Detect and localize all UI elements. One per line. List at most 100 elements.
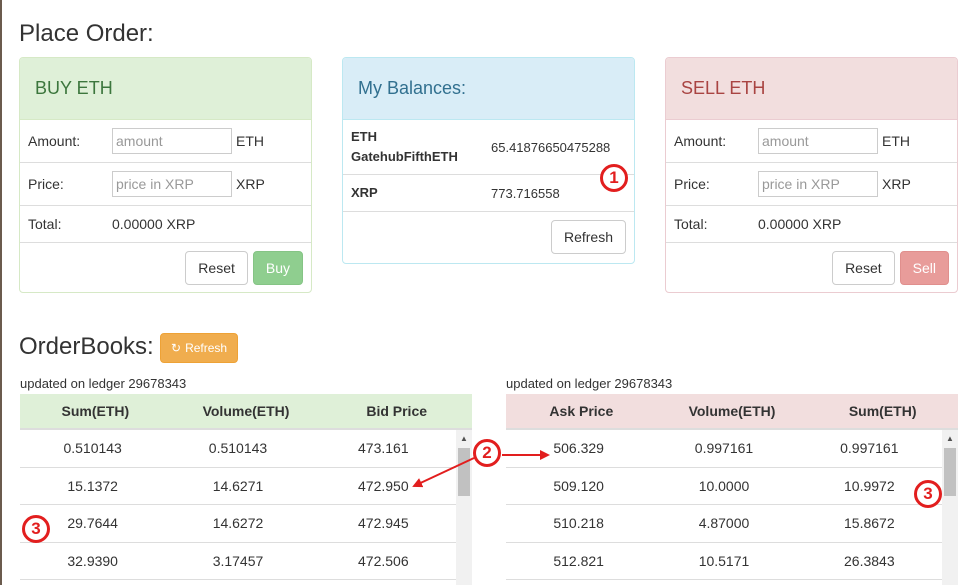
sell-total-value: 0.00000 XRP (758, 216, 842, 232)
bids-header-row: Sum(ETH) Volume(ETH) Bid Price (20, 394, 472, 430)
bids-updated-text: updated on ledger 29678343 (20, 376, 187, 391)
balance-currency-code: ETH (351, 129, 377, 144)
buy-reset-button[interactable]: Reset (185, 251, 248, 285)
sell-panel-heading: SELL ETH (666, 58, 957, 120)
bids-scroll-thumb[interactable] (458, 448, 470, 496)
table-row[interactable]: 32.9390 3.17457 472.506 (20, 543, 456, 580)
balance-amount: 65.41876650475288 (491, 139, 611, 155)
buy-amount-input[interactable] (112, 128, 232, 154)
annotation-marker: 3 (914, 480, 942, 508)
asks-header-volume: Volume(ETH) (688, 403, 776, 419)
buy-price-label: Price: (28, 176, 64, 192)
balances-refresh-button[interactable]: Refresh (550, 220, 626, 254)
buy-button[interactable]: Buy (252, 251, 303, 285)
window-edge (0, 0, 2, 585)
buy-amount-label: Amount: (28, 133, 81, 149)
bid-volume: 14.6272 (212, 515, 264, 532)
bid-sum: 32.9390 (67, 552, 118, 569)
buy-price-unit: XRP (236, 176, 265, 192)
bid-price: 472.950 (358, 477, 409, 494)
bid-volume: 14.6271 (212, 477, 264, 494)
bid-sum: 0.510143 (63, 440, 122, 457)
refresh-icon: ↻ (171, 341, 182, 355)
asks-body: 506.329 0.997161 0.997161 509.120 10.000… (506, 430, 942, 580)
bids-header-volume: Volume(ETH) (202, 403, 290, 419)
bids-header-sum: Sum(ETH) (61, 403, 130, 419)
asks-orderbook: Ask Price Volume(ETH) Sum(ETH) 506.329 0… (506, 394, 958, 585)
ask-price: 509.120 (553, 477, 604, 494)
bid-price: 472.945 (358, 515, 409, 532)
bid-sum: 15.1372 (67, 477, 118, 494)
orderbooks-refresh-button[interactable]: ↻ Refresh (160, 333, 239, 363)
ask-price: 510.218 (553, 515, 604, 532)
ask-volume: 10.5171 (698, 552, 750, 569)
annotation-marker: 2 (473, 439, 501, 467)
bid-price: 472.506 (358, 552, 409, 569)
balance-currency-code: XRP (351, 185, 378, 200)
sell-amount-unit: ETH (882, 133, 910, 149)
table-row[interactable]: 15.1372 14.6271 472.950 (20, 468, 456, 505)
sell-reset-button[interactable]: Reset (832, 251, 895, 285)
table-row[interactable]: 506.329 0.997161 0.997161 (506, 430, 942, 468)
buy-total-value: 0.00000 XRP (112, 216, 196, 232)
table-row[interactable]: 509.120 10.0000 10.9972 (506, 468, 942, 505)
balance-amount: 773.716558 (491, 185, 560, 201)
sell-button-row: Reset Sell (666, 243, 957, 292)
sell-price-input[interactable] (758, 171, 878, 197)
balance-currency: ETH GatehubFifthETH (351, 127, 491, 167)
balance-currency: XRP (351, 183, 491, 203)
ask-price: 506.329 (553, 440, 604, 457)
balances-panel-heading: My Balances: (343, 58, 634, 120)
buy-total-label: Total: (28, 216, 62, 232)
buy-amount-row: Amount: ETH (20, 120, 311, 163)
buy-panel: BUY ETH Amount: ETH Price: XRP Total: 0.… (19, 57, 312, 293)
buy-panel-heading: BUY ETH (20, 58, 311, 120)
orderbooks-refresh-label: Refresh (185, 341, 228, 355)
ask-sum: 26.3843 (844, 552, 895, 569)
asks-header-sum: Sum(ETH) (848, 403, 917, 419)
bids-header-price: Bid Price (366, 403, 428, 419)
sell-price-unit: XRP (882, 176, 911, 192)
sell-price-label: Price: (674, 176, 710, 192)
bids-orderbook: Sum(ETH) Volume(ETH) Bid Price 0.510143 … (20, 394, 472, 585)
asks-scroll-thumb[interactable] (944, 448, 956, 496)
sell-button[interactable]: Sell (899, 251, 949, 285)
ask-sum: 15.8672 (844, 515, 895, 532)
bid-volume: 0.510143 (208, 440, 268, 457)
balances-panel: My Balances: ETH GatehubFifthETH 65.4187… (342, 57, 635, 264)
asks-header-row: Ask Price Volume(ETH) Sum(ETH) (506, 394, 958, 430)
place-order-title: Place Order: (19, 20, 154, 47)
ask-price: 512.821 (553, 552, 604, 569)
asks-header-price: Ask Price (549, 403, 614, 419)
table-row[interactable]: 0.510143 0.510143 473.161 (20, 430, 456, 468)
buy-price-input[interactable] (112, 171, 232, 197)
asks-updated-text: updated on ledger 29678343 (506, 376, 673, 391)
sell-amount-input[interactable] (758, 128, 878, 154)
bid-volume: 3.17457 (212, 552, 264, 569)
table-row[interactable]: 510.218 4.87000 15.8672 (506, 505, 942, 543)
ask-volume: 0.997161 (694, 440, 754, 457)
table-row[interactable]: 29.7644 14.6272 472.945 (20, 505, 456, 543)
sell-total-row: Total: 0.00000 XRP (666, 206, 957, 243)
sell-amount-label: Amount: (674, 133, 727, 149)
balances-button-row: Refresh (343, 212, 634, 262)
scroll-up-icon[interactable]: ▲ (942, 430, 958, 446)
sell-price-row: Price: XRP (666, 163, 957, 206)
orderbooks-title: OrderBooks: (19, 333, 154, 360)
balance-currency-issuer: GatehubFifthETH (351, 149, 458, 164)
buy-price-row: Price: XRP (20, 163, 311, 206)
ask-sum: 0.997161 (840, 440, 899, 457)
ask-volume: 4.87000 (698, 515, 750, 532)
sell-amount-row: Amount: ETH (666, 120, 957, 163)
ask-volume: 10.0000 (698, 477, 750, 494)
bids-scrollbar[interactable]: ▲ (456, 430, 472, 585)
table-row[interactable]: 512.821 10.5171 26.3843 (506, 543, 942, 580)
scroll-up-icon[interactable]: ▲ (456, 430, 472, 446)
buy-amount-unit: ETH (236, 133, 264, 149)
balance-row-xrp: XRP 773.716558 (343, 175, 634, 212)
asks-scrollbar[interactable]: ▲ (942, 430, 958, 585)
sell-total-label: Total: (674, 216, 708, 232)
bid-price: 473.161 (358, 440, 409, 457)
buy-total-row: Total: 0.00000 XRP (20, 206, 311, 243)
bids-body: 0.510143 0.510143 473.161 15.1372 14.627… (20, 430, 456, 580)
